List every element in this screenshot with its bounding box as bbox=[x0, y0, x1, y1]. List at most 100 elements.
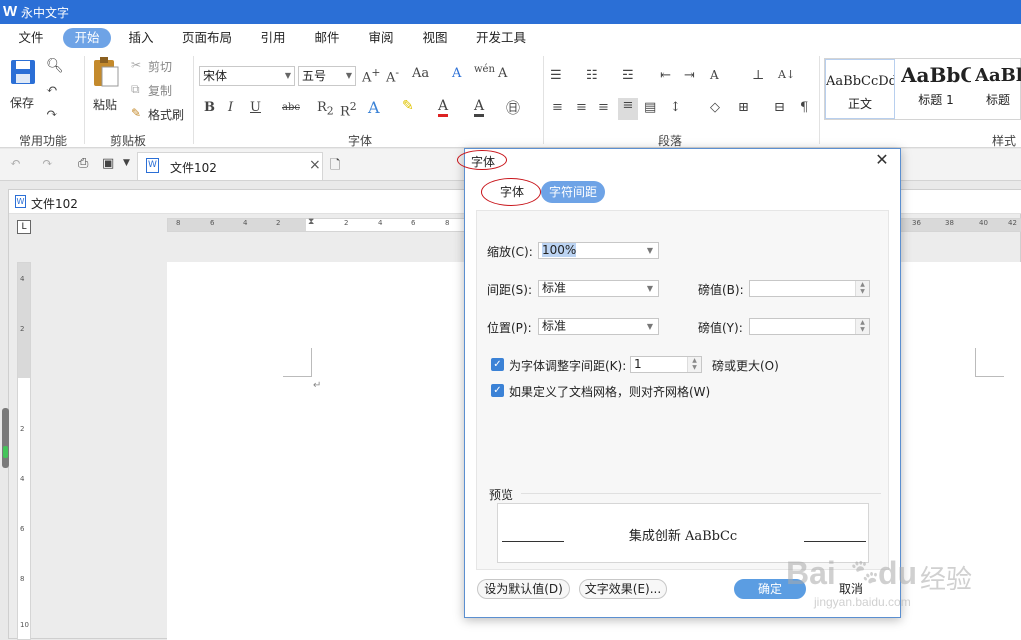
borders-icon[interactable]: ⊞ bbox=[738, 100, 749, 115]
ruler-tick: 4 bbox=[20, 475, 25, 483]
kerning-input[interactable]: 1 ▲ ▼ bbox=[630, 356, 702, 373]
save-button[interactable]: 保存 bbox=[6, 56, 40, 112]
menu-review[interactable]: 审阅 bbox=[362, 28, 400, 48]
vertical-ruler[interactable]: 4 2 2 4 6 8 10 bbox=[17, 262, 31, 640]
paragraph-mark-icon[interactable]: ¶ bbox=[800, 100, 808, 115]
ruler-tick: 2 bbox=[276, 219, 281, 227]
tab-character-spacing[interactable]: 字符间距 bbox=[541, 181, 605, 203]
scroll-indicator[interactable] bbox=[2, 408, 9, 468]
spacing-points-input[interactable]: ▲ ▼ bbox=[749, 280, 870, 297]
annotation-circle bbox=[457, 150, 507, 170]
menu-insert[interactable]: 插入 bbox=[122, 28, 160, 48]
menu-file[interactable]: 文件 bbox=[12, 28, 50, 48]
cut-icon[interactable]: ✂ bbox=[131, 58, 141, 72]
phonetic-icon[interactable]: wén bbox=[474, 64, 495, 75]
superscript-icon[interactable]: R2 bbox=[340, 100, 357, 119]
menu-page-layout[interactable]: 页面布局 bbox=[176, 28, 238, 48]
indent-marker-icon[interactable]: ⧗ bbox=[308, 217, 314, 227]
show-marks-icon[interactable]: ⊟ bbox=[774, 100, 785, 115]
save-label: 保存 bbox=[10, 96, 35, 110]
paste-icon bbox=[94, 57, 119, 87]
cut-label[interactable]: 剪切 bbox=[148, 58, 172, 75]
position-points-label: 磅值(Y): bbox=[698, 321, 743, 335]
menu-references[interactable]: 引用 bbox=[254, 28, 292, 48]
multilevel-list-icon[interactable]: ☲ bbox=[622, 68, 634, 83]
decrease-indent-icon[interactable]: ⇤ bbox=[660, 68, 671, 83]
char-shading-icon[interactable]: A bbox=[474, 98, 485, 117]
menu-view[interactable]: 视图 bbox=[416, 28, 454, 48]
dialog-close-icon[interactable]: ✕ bbox=[872, 150, 892, 169]
spacing-select[interactable]: 标准 ▼ bbox=[538, 280, 659, 297]
style-heading-1[interactable]: AaBbC 标题 1 bbox=[901, 59, 971, 119]
menu-developer[interactable]: 开发工具 bbox=[470, 28, 532, 48]
document-icon: W bbox=[146, 158, 159, 173]
line-break-icon[interactable]: ⊥ bbox=[752, 68, 764, 83]
position-label: 位置(P): bbox=[487, 321, 532, 335]
text-effects-icon[interactable]: A bbox=[368, 98, 380, 117]
underline-icon[interactable]: U bbox=[250, 100, 261, 115]
ruler-tick: 38 bbox=[945, 219, 954, 227]
font-name-select[interactable]: 宋体 ▼ bbox=[199, 66, 295, 86]
snap-to-grid-checkbox[interactable]: ✓ bbox=[491, 384, 504, 397]
shading-icon[interactable]: ◇ bbox=[710, 100, 720, 115]
watermark-url: jingyan.baidu.com bbox=[814, 595, 911, 609]
char-border-icon[interactable]: A bbox=[498, 66, 507, 81]
scale-label: 缩放(C): bbox=[487, 245, 533, 259]
save-quick-icon[interactable]: ▣ bbox=[102, 156, 114, 171]
style-normal[interactable]: AaBbCcDd 正文 bbox=[825, 59, 895, 119]
style-title[interactable]: AaBl 标题 bbox=[975, 59, 1021, 119]
justify-icon[interactable]: ≡ bbox=[618, 98, 638, 120]
new-document-icon[interactable]: 🗋 bbox=[330, 156, 340, 178]
align-left-icon[interactable]: ≡ bbox=[552, 100, 563, 115]
redo-icon[interactable]: ↷ bbox=[46, 106, 58, 122]
format-painter-icon[interactable]: ✎ bbox=[131, 106, 141, 120]
font-color-icon[interactable]: A bbox=[438, 98, 449, 117]
font-size-select[interactable]: 五号 ▼ bbox=[298, 66, 356, 86]
paste-button[interactable]: 粘贴 bbox=[88, 56, 124, 120]
document-tab-close-icon[interactable]: × bbox=[309, 157, 321, 173]
customize-toolbar-icon[interactable]: ▼ bbox=[123, 158, 130, 168]
set-default-button[interactable]: 设为默认值(D) bbox=[477, 579, 570, 599]
sort-icon[interactable]: A↓ bbox=[778, 68, 795, 81]
position-points-input[interactable]: ▲ ▼ bbox=[749, 318, 870, 335]
redo-quick-icon[interactable]: ↷ bbox=[42, 156, 53, 171]
numbering-icon[interactable]: ☷ bbox=[586, 68, 598, 83]
undo-icon[interactable]: ↶ bbox=[46, 82, 58, 98]
preview-label: 预览 bbox=[489, 488, 514, 502]
undo-quick-icon[interactable]: ↶ bbox=[10, 156, 21, 171]
menu-home[interactable]: 开始 bbox=[63, 28, 111, 48]
italic-icon[interactable]: I bbox=[228, 100, 233, 115]
increase-indent-icon[interactable]: ⇥ bbox=[684, 68, 695, 83]
bullets-icon[interactable]: ☰ bbox=[550, 68, 562, 83]
position-select[interactable]: 标准 ▼ bbox=[538, 318, 659, 335]
chinese-layout-icon[interactable]: A bbox=[710, 68, 719, 82]
document-tab[interactable]: W 文件102 × bbox=[137, 152, 323, 180]
strikethrough-icon[interactable]: abc bbox=[282, 102, 300, 113]
ruler-tick: 36 bbox=[912, 219, 921, 227]
tab-stop-selector[interactable]: L bbox=[17, 220, 31, 234]
ruler-tick: 6 bbox=[411, 219, 416, 227]
shrink-font-icon[interactable]: A- bbox=[386, 66, 399, 85]
enclose-char-icon[interactable]: ㊐ bbox=[506, 98, 520, 118]
line-spacing-icon[interactable]: ↕ bbox=[670, 100, 681, 115]
align-center-icon[interactable]: ≡ bbox=[576, 100, 587, 115]
change-case-icon[interactable]: Aa bbox=[412, 66, 429, 81]
clear-format-icon[interactable]: A bbox=[452, 66, 461, 81]
distributed-icon[interactable]: ▤ bbox=[644, 100, 656, 115]
text-effects-button[interactable]: 文字效果(E)... bbox=[579, 579, 667, 599]
subscript-icon[interactable]: R2 bbox=[317, 100, 334, 118]
highlight-icon[interactable]: ✎ bbox=[402, 98, 414, 114]
bold-icon[interactable]: B bbox=[204, 100, 215, 115]
grow-font-icon[interactable]: A+ bbox=[362, 66, 380, 85]
print-preview-icon[interactable]: 🔍︎ bbox=[46, 58, 64, 74]
copy-label[interactable]: 复制 bbox=[148, 82, 172, 99]
kerning-checkbox[interactable]: ✓ bbox=[491, 358, 504, 371]
scale-select[interactable]: 100% ▼ bbox=[538, 242, 659, 259]
preview-box: 集成创新 AaBbCc bbox=[497, 503, 869, 563]
format-painter-label[interactable]: 格式刷 bbox=[148, 106, 184, 123]
menu-mail[interactable]: 邮件 bbox=[308, 28, 346, 48]
copy-icon[interactable]: ⧉ bbox=[131, 82, 140, 97]
align-right-icon[interactable]: ≡ bbox=[598, 100, 609, 115]
print-preview-quick-icon[interactable]: ⎙ bbox=[78, 156, 88, 171]
separator bbox=[819, 56, 820, 144]
